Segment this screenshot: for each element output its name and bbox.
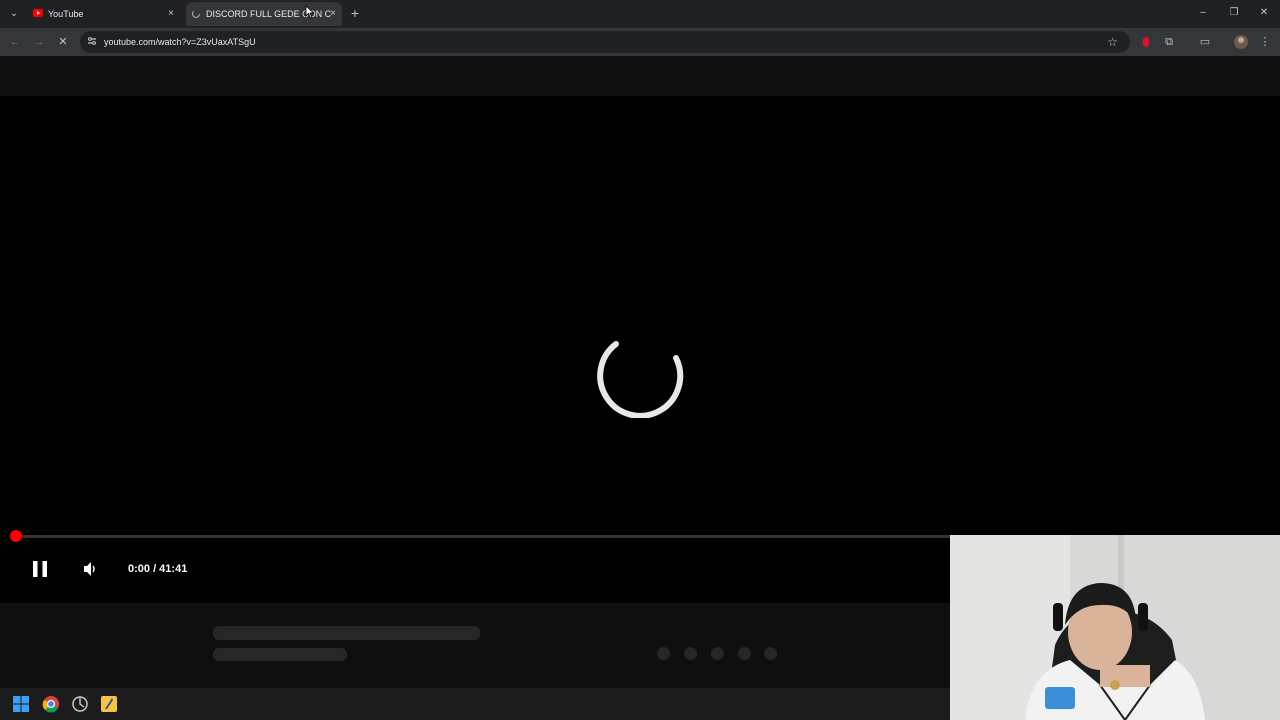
tab-search-button[interactable]: ⌄: [5, 5, 23, 23]
chrome-icon[interactable]: [41, 694, 61, 714]
action-skeleton: [684, 647, 697, 660]
forward-button[interactable]: →: [30, 33, 48, 51]
site-info-icon[interactable]: [86, 35, 98, 47]
bookmark-star-icon[interactable]: ☆: [1107, 33, 1118, 51]
back-button[interactable]: ←: [6, 33, 24, 51]
windows-start-icon[interactable]: [11, 694, 31, 714]
progress-scrubber[interactable]: [10, 530, 22, 542]
app-icon[interactable]: [70, 694, 90, 714]
tab-close-button[interactable]: ×: [330, 2, 336, 26]
tab-strip: ⌄ YouTube × DISCORD FULL GEDE CON C × + …: [0, 0, 1280, 28]
cast-icon[interactable]: ▭: [1196, 33, 1214, 51]
windows-taskbar: [0, 688, 950, 720]
tab-youtube[interactable]: YouTube ×: [28, 2, 180, 26]
tab-close-button[interactable]: ×: [168, 2, 174, 26]
webcam-person-image: [950, 535, 1280, 720]
new-tab-button[interactable]: +: [346, 4, 364, 22]
url-text[interactable]: youtube.com/watch?v=Z3vUaxATSgU: [104, 31, 256, 53]
title-skeleton: [213, 626, 480, 640]
action-skeleton: [738, 647, 751, 660]
stop-button[interactable]: ✕: [54, 33, 72, 51]
action-skeleton: [711, 647, 724, 660]
mouse-cursor-icon: [305, 5, 315, 19]
youtube-icon: [33, 9, 43, 17]
action-skeleton: [764, 647, 777, 660]
pinned-app-icon[interactable]: [99, 694, 119, 714]
menu-icon[interactable]: ⋮: [1256, 33, 1274, 51]
channel-skeleton: [213, 648, 347, 661]
address-bar[interactable]: youtube.com/watch?v=Z3vUaxATSgU ☆: [80, 31, 1130, 53]
minimize-button[interactable]: –: [1193, 4, 1213, 22]
time-display: 0:00 / 41:41: [128, 563, 188, 575]
chevron-down-icon: ⌄: [9, 8, 19, 19]
loading-icon: [191, 9, 201, 19]
webcam-overlay: [950, 535, 1280, 720]
browser-toolbar: ← → ✕ youtube.com/watch?v=Z3vUaxATSgU ☆ …: [0, 28, 1280, 56]
close-window-button[interactable]: ✕: [1254, 4, 1274, 22]
action-skeleton: [657, 647, 670, 660]
progress-bar[interactable]: [13, 535, 950, 538]
youtube-masthead: [0, 56, 1280, 96]
loading-spinner-icon: [597, 341, 684, 418]
extensions-icon[interactable]: ⧉: [1160, 33, 1178, 51]
tab-title: YouTube: [48, 9, 84, 19]
profile-avatar[interactable]: [1232, 33, 1250, 51]
video-details-skeleton: [0, 603, 950, 688]
volume-button[interactable]: [80, 558, 100, 580]
pause-button[interactable]: [30, 558, 50, 580]
tab-discord-video[interactable]: DISCORD FULL GEDE CON C ×: [186, 2, 342, 26]
record-extension-icon[interactable]: [1137, 33, 1155, 51]
restore-button[interactable]: ❐: [1224, 4, 1244, 22]
